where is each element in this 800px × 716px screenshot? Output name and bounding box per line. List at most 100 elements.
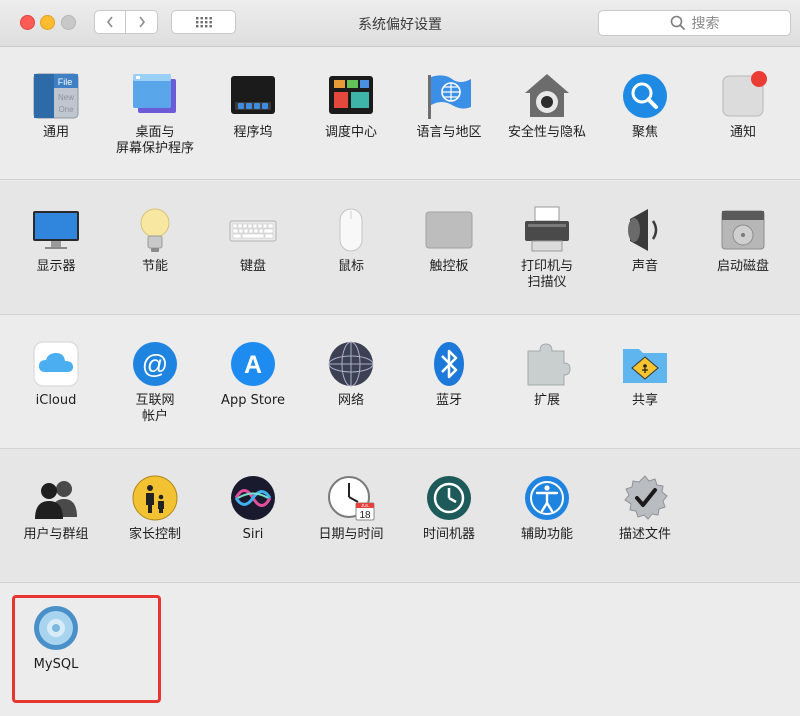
pref-users-groups[interactable]: 用户与群组 — [7, 473, 105, 543]
app-store-glyph: A — [244, 351, 262, 379]
pref-network[interactable]: 网络 — [302, 339, 400, 409]
users-groups-icon — [35, 481, 77, 519]
startup-disk-icon — [721, 210, 765, 250]
pref-sound[interactable]: 声音 — [596, 205, 694, 275]
pref-label: 扩展 — [533, 393, 560, 408]
pref-label: 用户与群组 — [23, 527, 89, 542]
calendar-day: 18 — [359, 510, 371, 521]
general-icon-one-text: One — [58, 105, 74, 114]
pref-security-privacy[interactable]: 安全性与隐私 — [498, 71, 596, 141]
keyboard-icon — [229, 220, 277, 242]
general-icon-file-text: File — [58, 77, 73, 87]
pref-displays[interactable]: 显示器 — [7, 205, 105, 275]
siri-icon — [231, 476, 275, 520]
pref-label: 互联网 帐户 — [135, 393, 175, 424]
printers-scanners-icon — [525, 206, 569, 252]
profiles-icon — [624, 475, 668, 520]
mission-control-icon — [329, 76, 373, 114]
trackpad-icon — [425, 211, 473, 249]
pref-label: 安全性与隐私 — [507, 125, 586, 140]
pref-label: 节能 — [141, 259, 168, 274]
calendar-month: JUL — [361, 503, 369, 508]
section-hardware: 显示器 节能 键盘 鼠标 触控板 打印机与 扫描仪 声音 启动磁盘 — [0, 181, 800, 315]
pref-label: 通知 — [729, 125, 756, 140]
pref-time-machine[interactable]: 时间机器 — [400, 473, 498, 543]
pref-profiles[interactable]: 描述文件 — [596, 473, 694, 543]
displays-icon — [33, 211, 79, 249]
pref-label: 日期与时间 — [318, 527, 384, 542]
close-button[interactable] — [20, 15, 35, 30]
network-icon — [328, 341, 374, 387]
pref-siri[interactable]: Siri — [204, 473, 302, 543]
pref-mouse[interactable]: 鼠标 — [302, 205, 400, 275]
pref-printers-scanners[interactable]: 打印机与 扫描仪 — [498, 205, 596, 291]
date-time-icon: JUL 18 — [328, 476, 375, 521]
security-privacy-icon — [525, 74, 569, 117]
sharing-icon — [623, 349, 667, 383]
pref-label: 声音 — [631, 259, 658, 274]
mouse-icon — [339, 208, 363, 252]
pref-date-time[interactable]: JUL 18 日期与时间 — [302, 473, 400, 543]
spotlight-icon — [623, 74, 667, 118]
toolbar: 系统偏好设置 搜索 — [0, 0, 800, 47]
pref-spotlight[interactable]: 聚焦 — [596, 71, 694, 141]
pref-label: 显示器 — [36, 259, 76, 274]
pref-icloud[interactable]: iCloud — [7, 339, 105, 409]
section-internet-wireless: iCloud @ 互联网 帐户 A App Store 网络 蓝牙 扩展 共享 — [0, 315, 800, 449]
maximize-button[interactable] — [61, 15, 76, 30]
pref-energy-saver[interactable]: 节能 — [106, 205, 204, 275]
search-field[interactable]: 搜索 — [598, 10, 791, 36]
pref-label: 家长控制 — [128, 527, 181, 542]
chevron-right-icon — [138, 16, 145, 28]
minimize-button[interactable] — [40, 15, 55, 30]
pref-parental-controls[interactable]: 家长控制 — [106, 473, 204, 543]
pref-bluetooth[interactable]: 蓝牙 — [400, 339, 498, 409]
extensions-icon — [527, 343, 571, 386]
section-personal: File New One 通用 桌面与 屏幕保护程序 程序坞 调度中心 语言与地… — [0, 47, 800, 180]
show-all-button[interactable] — [171, 10, 236, 34]
pref-label: 键盘 — [239, 259, 266, 274]
pref-language-region[interactable]: 语言与地区 — [400, 71, 498, 141]
parental-controls-icon — [132, 475, 178, 521]
pref-startup-disk[interactable]: 启动磁盘 — [694, 205, 792, 275]
energy-saver-icon — [140, 208, 170, 252]
internet-accounts-glyph: @ — [142, 349, 168, 379]
chevron-left-icon — [106, 16, 113, 28]
pref-label: 蓝牙 — [435, 393, 462, 408]
pref-label: 网络 — [337, 393, 364, 408]
pref-mission-control[interactable]: 调度中心 — [302, 71, 400, 141]
pref-label: 语言与地区 — [416, 125, 482, 140]
pref-label: iCloud — [35, 393, 77, 408]
pref-keyboard[interactable]: 键盘 — [204, 205, 302, 275]
pref-dock[interactable]: 程序坞 — [204, 71, 302, 141]
icloud-icon — [33, 341, 79, 387]
pref-sharing[interactable]: 共享 — [596, 339, 694, 409]
app-store-icon: A — [231, 342, 275, 386]
pref-desktop-screensaver[interactable]: 桌面与 屏幕保护程序 — [106, 71, 204, 157]
pref-accessibility[interactable]: 辅助功能 — [498, 473, 596, 543]
search-icon — [670, 15, 685, 31]
pref-trackpad[interactable]: 触控板 — [400, 205, 498, 275]
grid-icon — [195, 17, 212, 28]
accessibility-icon — [525, 476, 569, 520]
pref-label: App Store — [221, 393, 285, 408]
pref-extensions[interactable]: 扩展 — [498, 339, 596, 409]
pref-label: 触控板 — [429, 259, 469, 274]
section-system: 用户与群组 家长控制 Siri JUL 18 日期与时间 时间机器 辅助功能 描… — [0, 449, 800, 583]
pref-label: 通用 — [42, 125, 69, 140]
pref-internet-accounts[interactable]: @ 互联网 帐户 — [106, 339, 204, 425]
forward-button[interactable] — [126, 10, 158, 34]
pref-app-store[interactable]: A App Store — [204, 339, 302, 409]
notifications-icon — [722, 71, 767, 117]
mysql-highlight-box — [12, 595, 161, 703]
general-icon: File New One — [33, 73, 79, 119]
pref-label: 调度中心 — [324, 125, 377, 140]
pref-general[interactable]: File New One 通用 — [7, 71, 105, 141]
system-preferences-window: 系统偏好设置 搜索 File New One 通用 桌面与 屏幕保护程序 程序坞… — [0, 0, 800, 716]
pref-notifications[interactable]: 通知 — [694, 71, 792, 141]
back-button[interactable] — [94, 10, 126, 34]
pref-label: Siri — [242, 527, 264, 542]
pref-label: 辅助功能 — [520, 527, 573, 542]
pref-label: 鼠标 — [337, 259, 364, 274]
desktop-screensaver-icon — [133, 74, 176, 113]
